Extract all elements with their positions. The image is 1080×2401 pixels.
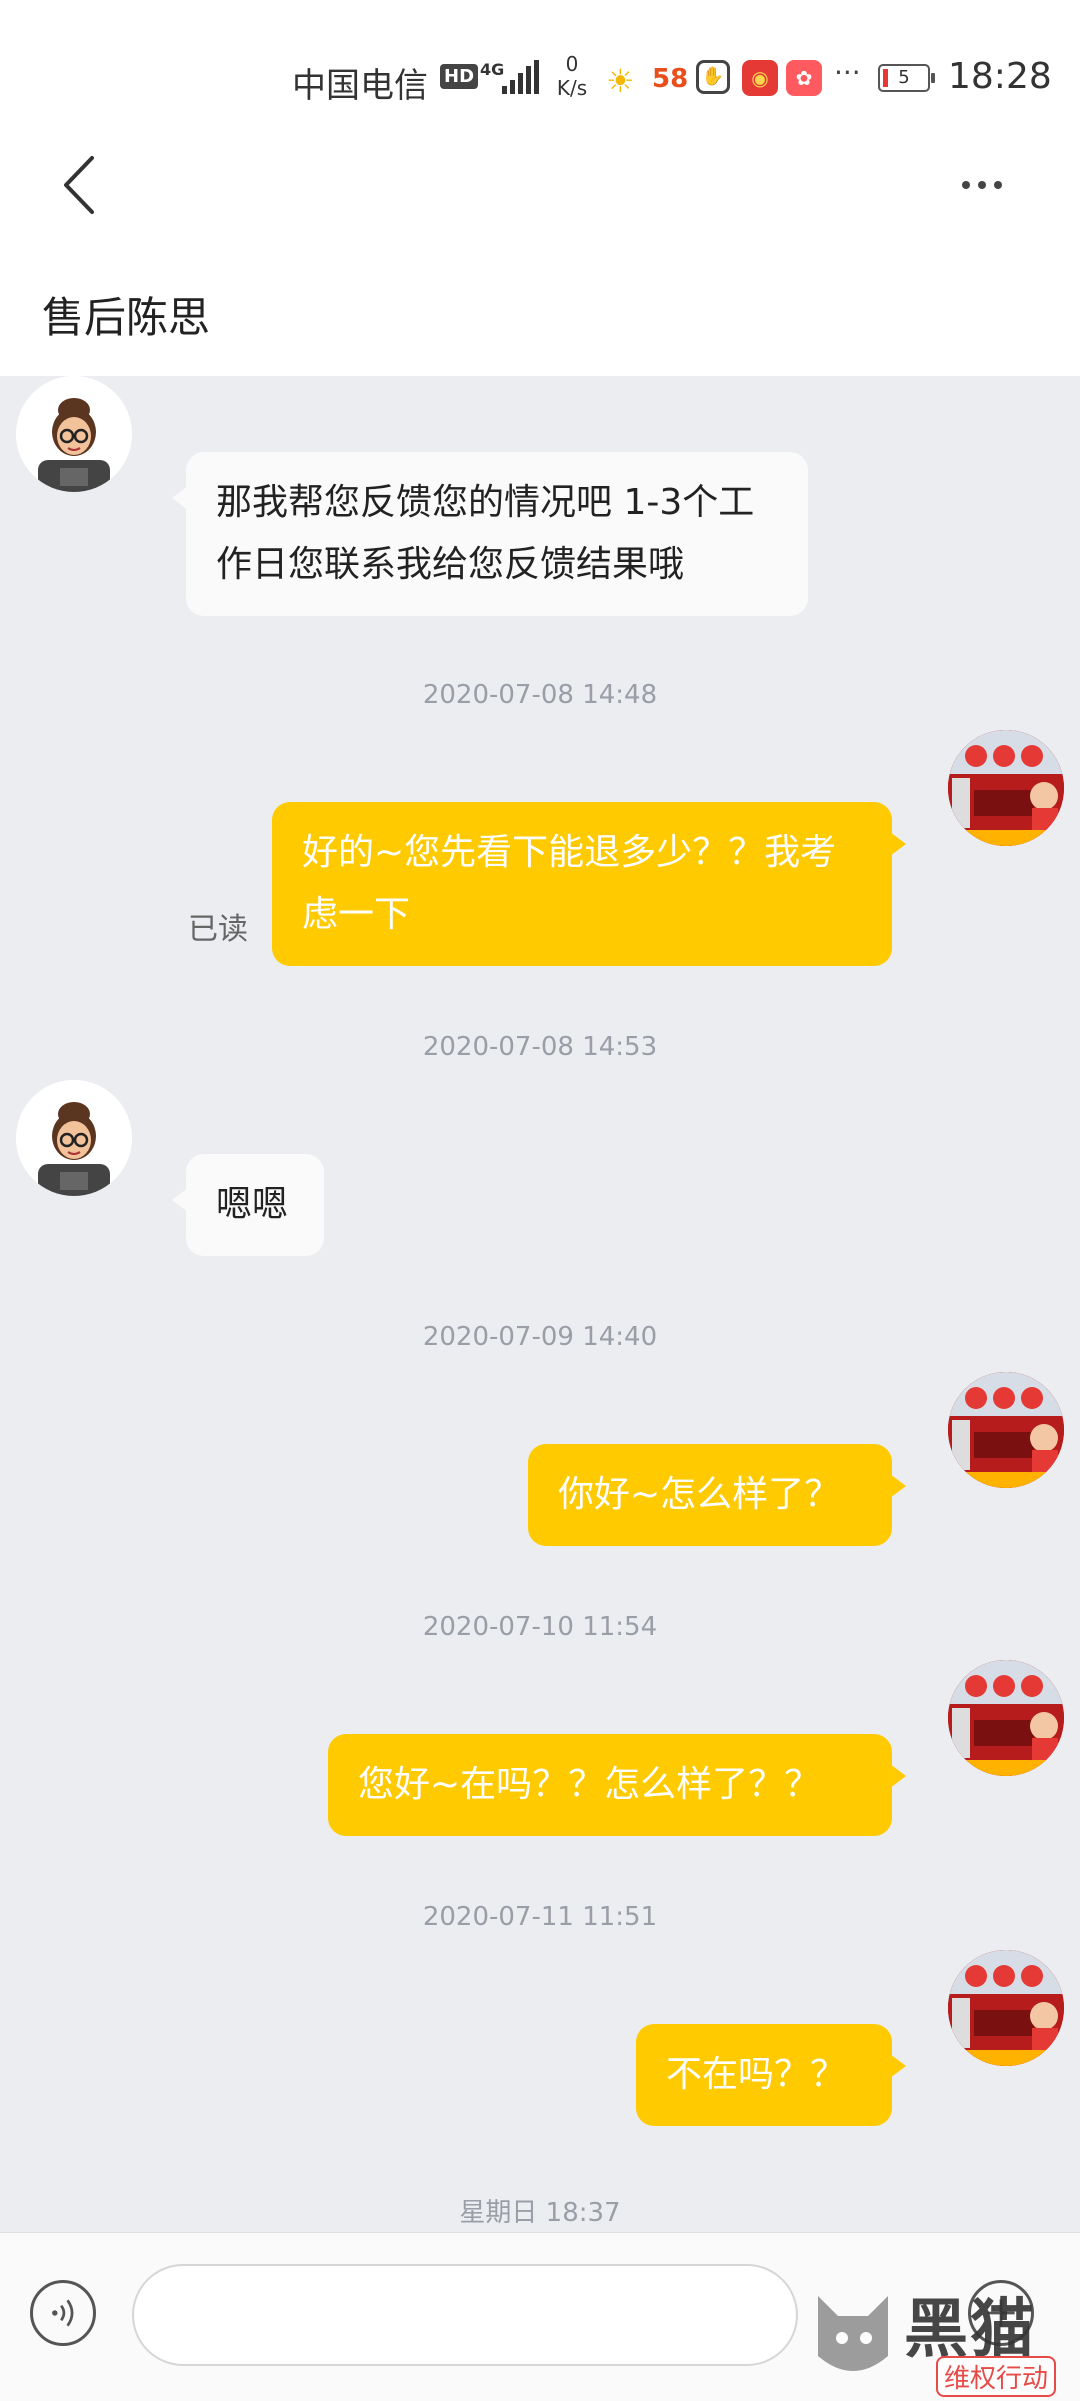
more-notifications-icon: ···	[834, 56, 861, 89]
more-options-icon[interactable]	[952, 170, 1012, 200]
app-notification-icon: ◉	[742, 60, 778, 96]
hand-icon: ✋	[696, 60, 730, 94]
message-bubble-agent[interactable]: 那我帮您反馈您的情况吧 1-3个工作日您联系我给您反馈结果哦	[172, 452, 808, 616]
carrier-label: 中国电信	[292, 66, 428, 106]
message-text: 好的~您先看下能退多少？？我考虑一下	[302, 832, 837, 935]
message-text: 不在吗？？	[666, 2054, 847, 2095]
user-avatar-icon	[948, 730, 1064, 846]
user-avatar[interactable]	[948, 1950, 1064, 2066]
message-bubble-user[interactable]: 好的~您先看下能退多少？？我考虑一下	[272, 802, 906, 966]
back-icon[interactable]	[56, 150, 106, 220]
battery-icon: 5	[878, 64, 935, 92]
user-avatar[interactable]	[948, 1660, 1064, 1776]
app-notification-icon-2: ✿	[786, 60, 822, 96]
user-avatar[interactable]	[948, 730, 1064, 846]
message-timestamp: 2020-07-08 14:53	[422, 1032, 658, 1062]
status-bar: 中国电信 HD 4G 0 K/s ☀ 58 ✋ ◉ ✿ ··· 5 18:28	[0, 0, 1080, 160]
message-bubble-user[interactable]: 不在吗？？	[636, 2024, 906, 2126]
hd-icon: HD	[440, 64, 479, 89]
message-bubble-agent[interactable]: 嗯嗯	[172, 1154, 324, 1256]
message-timestamp: 2020-07-08 14:48	[422, 680, 658, 710]
message-timestamp: 星期日 18:37	[459, 2198, 621, 2228]
user-avatar[interactable]	[948, 1372, 1064, 1488]
user-avatar-icon	[948, 1660, 1064, 1776]
clock: 18:28	[948, 56, 1052, 97]
speed-value: 0	[565, 52, 579, 76]
agent-avatar-icon	[16, 376, 132, 492]
chat-message-list[interactable]: 那我帮您反馈您的情况吧 1-3个工作日您联系我给您反馈结果哦 2020-07-0…	[0, 376, 1080, 2232]
signal-icon	[502, 60, 539, 94]
agent-avatar[interactable]	[16, 376, 132, 492]
agent-avatar[interactable]	[16, 1080, 132, 1196]
message-timestamp: 2020-07-11 11:51	[422, 1902, 658, 1932]
message-text: 您好~在吗？？怎么样了？？	[358, 1764, 821, 1805]
weather-sun-icon: ☀	[606, 62, 635, 100]
blackcat-watermark: 黑猫 维权行动	[808, 2276, 1080, 2400]
watermark-slogan: 维权行动	[936, 2356, 1057, 2397]
message-text: 嗯嗯	[216, 1184, 289, 1225]
speed-unit: K/s	[556, 76, 588, 100]
message-input[interactable]	[132, 2264, 798, 2366]
user-avatar-icon	[948, 1950, 1064, 2066]
read-receipt: 已读	[188, 912, 248, 947]
voice-input-icon[interactable]	[30, 2280, 96, 2346]
app-58-icon: 58	[652, 64, 689, 94]
black-cat-logo-icon	[818, 2296, 888, 2371]
message-bubble-user[interactable]: 你好~怎么样了？	[528, 1444, 906, 1546]
message-text: 你好~怎么样了？	[558, 1474, 841, 1515]
message-timestamp: 2020-07-10 11:54	[422, 1612, 658, 1642]
page-title: 售后陈思	[42, 293, 211, 342]
agent-avatar-icon	[16, 1080, 132, 1196]
message-text: 那我帮您反馈您的情况吧 1-3个工作日您联系我给您反馈结果哦	[216, 482, 755, 585]
battery-level: 5	[898, 67, 910, 88]
message-timestamp: 2020-07-09 14:40	[422, 1322, 658, 1352]
user-avatar-icon	[948, 1372, 1064, 1488]
message-bubble-user[interactable]: 您好~在吗？？怎么样了？？	[328, 1734, 906, 1836]
network-speed: 0 K/s	[552, 52, 592, 100]
